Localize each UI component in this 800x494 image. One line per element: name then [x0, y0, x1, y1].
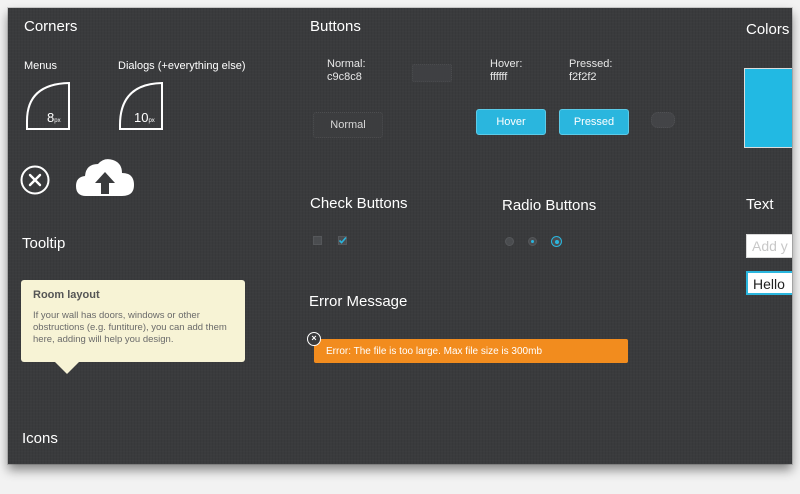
pressed-color-value: f2f2f2	[569, 71, 597, 83]
normal-button[interactable]: Normal	[313, 112, 383, 138]
checkbox-unchecked[interactable]	[313, 236, 322, 245]
radio-focused[interactable]	[551, 236, 562, 247]
radio-buttons-heading: Radio Buttons	[502, 197, 597, 214]
buttons-heading: Buttons	[310, 18, 361, 35]
menus-corner-value: 8px	[47, 110, 61, 125]
pressed-color-spec: Pressed: f2f2f2	[569, 58, 612, 84]
style-guide-canvas: Corners Menus Dialogs (+everything else)…	[8, 8, 792, 464]
tooltip-box: Room layout If your wall has doors, wind…	[21, 280, 245, 374]
close-circle-icon[interactable]	[20, 165, 50, 195]
accent-color-swatch	[744, 68, 792, 148]
normal-color-label: Normal:	[327, 58, 366, 70]
colors-heading: Colors	[746, 21, 790, 38]
normal-color-spec: Normal: c9c8c8	[327, 58, 366, 84]
corners-heading: Corners	[24, 18, 78, 35]
text-heading: Text	[746, 196, 774, 213]
radio-selected[interactable]	[528, 237, 537, 246]
dialogs-radius-value: 10	[134, 110, 149, 125]
tooltip-heading: Tooltip	[22, 235, 66, 252]
pressed-color-label: Pressed:	[569, 58, 613, 70]
error-close-icon[interactable]: ×	[307, 332, 321, 346]
normal-swatch	[412, 64, 452, 82]
menus-radius-unit: px	[54, 118, 61, 124]
dialogs-label: Dialogs (+everything else)	[118, 60, 246, 72]
checkbox-checked[interactable]	[338, 236, 347, 245]
dialogs-corner-value: 10px	[134, 110, 155, 125]
menus-label: Menus	[24, 60, 58, 72]
check-buttons-heading: Check Buttons	[310, 195, 408, 212]
dialogs-radius-unit: px	[148, 118, 155, 124]
hover-color-value: ffffff	[490, 71, 508, 83]
tooltip-arrow	[55, 362, 79, 374]
hover-color-spec: Hover: ffffff	[490, 58, 522, 84]
hover-button[interactable]: Hover	[476, 109, 546, 135]
icons-heading: Icons	[22, 430, 58, 447]
error-message-heading: Error Message	[309, 293, 408, 310]
error-bar: Error: The file is too large. Max file s…	[314, 339, 628, 363]
cloud-upload-icon[interactable]	[74, 156, 136, 200]
hover-color-label: Hover:	[490, 58, 523, 70]
radio-unselected[interactable]	[505, 237, 514, 246]
normal-color-value: c9c8c8	[327, 71, 362, 83]
tooltip-title: Room layout	[33, 289, 100, 301]
tooltip-body: If your wall has doors, windows or other…	[33, 310, 227, 345]
loading-spinner	[651, 112, 675, 128]
text-input-filled[interactable]: Hello	[746, 271, 792, 295]
error-text: Error: The file is too large. Max file s…	[326, 345, 543, 357]
pressed-button[interactable]: Pressed	[559, 109, 629, 135]
text-input-placeholder[interactable]: Add y	[746, 234, 792, 258]
